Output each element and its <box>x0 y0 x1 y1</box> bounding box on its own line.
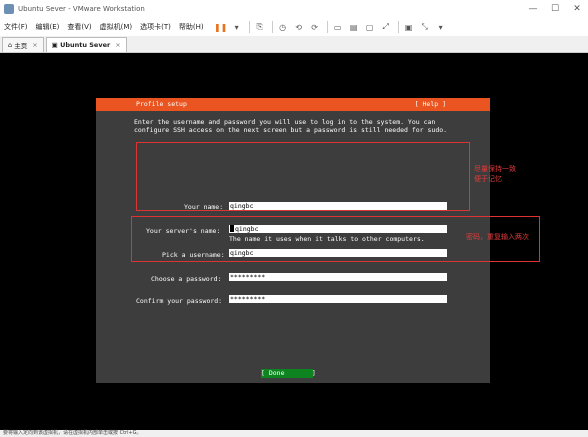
send-ctrl-alt-del-icon[interactable]: ⎘ <box>253 21 267 33</box>
snapshot-icon[interactable]: ◷ <box>276 21 290 33</box>
window-controls: — ☐ ✕ <box>522 0 588 18</box>
installer-title: Profile setup <box>136 100 187 108</box>
window-title: Ubuntu Sever - VMware Workstation <box>18 5 145 13</box>
vmware-app-icon <box>4 4 14 14</box>
tab-home-label: 主页 <box>14 42 28 50</box>
title-bar: Ubuntu Sever - VMware Workstation — ☐ ✕ <box>0 0 588 18</box>
pause-icon[interactable]: ❚❚ <box>214 21 228 33</box>
dropdown-arrow-icon[interactable]: ▾ <box>434 21 448 33</box>
thumbnail-bar-icon[interactable]: ▤ <box>347 21 361 33</box>
show-library-icon[interactable]: ▭ <box>331 21 345 33</box>
password-value: ********* <box>230 273 266 281</box>
toolbar-divider <box>397 21 399 33</box>
tab-ubuntu-sever[interactable]: ▣ Ubuntu Sever × <box>45 37 127 52</box>
close-button[interactable]: ✕ <box>566 0 588 18</box>
tab-home[interactable]: ⌂ 主页 × <box>2 37 44 52</box>
done-button[interactable]: [ Done ] <box>261 369 316 378</box>
help-button[interactable]: [ Help ] <box>415 100 446 108</box>
menu-view[interactable]: 查看(V) <box>67 22 91 32</box>
console-view-icon[interactable]: ▣ <box>402 21 416 33</box>
names-annotation-note: 尽量保持一致 便于记忆 <box>474 164 516 184</box>
fullscreen-icon[interactable]: ⤢ <box>379 21 393 33</box>
revert-snapshot-icon[interactable]: ⟲ <box>292 21 306 33</box>
toolbar-divider <box>326 21 328 33</box>
toolbar-divider <box>248 21 250 33</box>
password-field[interactable]: ********* <box>229 273 447 281</box>
close-tab-icon[interactable]: × <box>115 41 120 49</box>
menu-help[interactable]: 帮助(H) <box>179 22 204 32</box>
names-note-line-1: 尽量保持一致 <box>474 165 516 173</box>
confirm-password-value: ********* <box>230 295 266 303</box>
intro-text: Enter the username and password you will… <box>134 118 448 134</box>
menu-edit[interactable]: 编辑(E) <box>36 22 60 32</box>
menu-file[interactable]: 文件(F) <box>4 22 28 32</box>
tab-bar: ⌂ 主页 × ▣ Ubuntu Sever × <box>0 36 588 53</box>
toolbar-divider <box>271 21 273 33</box>
installer-header: Profile setup [ Help ] <box>96 98 490 111</box>
dropdown-arrow-icon[interactable]: ▾ <box>230 21 244 33</box>
close-tab-icon[interactable]: × <box>32 41 37 49</box>
menu-bar: 文件(F) 编辑(E) 查看(V) 虚拟机(M) 选项卡(T) 帮助(H) ❚❚… <box>0 18 588 36</box>
unity-icon[interactable]: ▢ <box>363 21 377 33</box>
snapshot-manager-icon[interactable]: ⟳ <box>308 21 322 33</box>
confirm-password-label: Confirm your password: <box>136 297 223 305</box>
menu-tabs[interactable]: 选项卡(T) <box>140 22 171 32</box>
vm-icon: ▣ <box>51 41 61 49</box>
menu-vm[interactable]: 虚拟机(M) <box>100 22 133 32</box>
stretch-icon[interactable]: ⤡ <box>418 21 432 33</box>
toolbar: ❚❚ ▾ ⎘ ◷ ⟲ ⟳ ▭ ▤ ▢ ⤢ ▣ ⤡ ▾ <box>214 21 450 33</box>
vm-console[interactable]: Profile setup [ Help ] Enter the usernam… <box>0 53 588 430</box>
status-bar: 要将输入定向到该虚拟机，请在虚拟机内部单击或按 Ctrl+G。 <box>0 430 588 437</box>
names-annotation-box <box>136 142 470 211</box>
names-note-line-2: 便于记忆 <box>474 175 502 183</box>
maximize-button[interactable]: ☐ <box>544 0 566 18</box>
tab-vm-label: Ubuntu Sever <box>60 41 111 49</box>
password-label: Choose a password: <box>151 275 222 283</box>
minimize-button[interactable]: — <box>522 0 544 18</box>
confirm-password-field[interactable]: ********* <box>229 295 447 303</box>
password-annotation-note: 密码，重复输入两次 <box>466 233 529 241</box>
